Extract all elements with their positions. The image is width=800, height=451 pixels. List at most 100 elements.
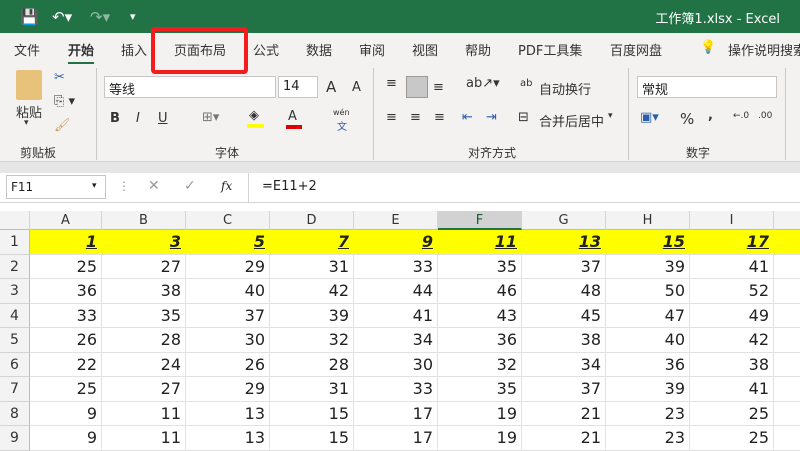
row-header[interactable]: 6 bbox=[0, 352, 30, 377]
cell[interactable]: 23 bbox=[606, 401, 690, 426]
cell[interactable]: 41 bbox=[690, 377, 774, 402]
cell[interactable]: 33 bbox=[354, 377, 438, 402]
row-header[interactable]: 3 bbox=[0, 279, 30, 304]
cell[interactable]: 47 bbox=[606, 303, 690, 328]
column-header-f[interactable]: F bbox=[438, 211, 522, 230]
copy-icon[interactable]: ⎘ ▾ bbox=[54, 94, 75, 109]
cell[interactable]: 36 bbox=[606, 352, 690, 377]
tab-file[interactable]: 文件 bbox=[14, 40, 40, 59]
cut-icon[interactable]: ✂ bbox=[54, 70, 65, 85]
merge-center-button[interactable]: 合并后居中 bbox=[539, 111, 604, 130]
cell[interactable]: 28 bbox=[270, 352, 354, 377]
cell[interactable]: 31 bbox=[270, 377, 354, 402]
tell-me-search[interactable]: 操作说明搜索 bbox=[728, 40, 800, 59]
cell[interactable]: 27 bbox=[102, 377, 186, 402]
align-center-icon[interactable]: ≡ bbox=[410, 110, 421, 125]
cell[interactable]: 39 bbox=[606, 254, 690, 279]
tab-data[interactable]: 数据 bbox=[306, 40, 332, 59]
cell[interactable]: 26 bbox=[186, 352, 270, 377]
cell[interactable]: 21 bbox=[522, 401, 606, 426]
bold-button[interactable]: B bbox=[110, 111, 120, 126]
align-left-icon[interactable]: ≡ bbox=[386, 110, 397, 125]
cell[interactable]: 41 bbox=[690, 254, 774, 279]
customize-icon[interactable]: ▾ bbox=[130, 10, 136, 23]
cell[interactable]: 11 bbox=[102, 401, 186, 426]
cell[interactable]: 38 bbox=[690, 352, 774, 377]
borders-icon[interactable]: ⊞▾ bbox=[202, 110, 219, 125]
merge-dropdown-icon[interactable]: ▾ bbox=[608, 111, 613, 121]
cell[interactable]: 17 bbox=[354, 401, 438, 426]
cancel-icon[interactable]: ✕ bbox=[148, 178, 160, 194]
row-header[interactable]: 9 bbox=[0, 426, 30, 451]
number-format-select[interactable]: 常规 bbox=[637, 76, 777, 98]
cell[interactable] bbox=[774, 304, 800, 328]
cell[interactable]: 23 bbox=[606, 426, 690, 451]
cell[interactable]: 49 bbox=[690, 303, 774, 328]
cell[interactable] bbox=[774, 402, 800, 426]
cell[interactable]: 28 bbox=[102, 328, 186, 353]
column-header-d[interactable]: D bbox=[270, 211, 354, 230]
cell[interactable]: 25 bbox=[30, 377, 102, 402]
paste-dropdown-icon[interactable]: ▾ bbox=[24, 118, 29, 128]
name-box-dropdown-icon[interactable]: ▾ bbox=[92, 181, 97, 191]
cell[interactable]: 32 bbox=[438, 352, 522, 377]
column-header-c[interactable]: C bbox=[186, 211, 270, 230]
cell[interactable]: 30 bbox=[186, 328, 270, 353]
row-header[interactable]: 2 bbox=[0, 254, 30, 279]
cell[interactable]: 44 bbox=[354, 279, 438, 304]
cell[interactable]: 37 bbox=[522, 254, 606, 279]
cell[interactable]: 13 bbox=[522, 230, 606, 255]
font-name-select[interactable]: 等线 bbox=[104, 76, 276, 98]
cell[interactable]: 25 bbox=[690, 401, 774, 426]
column-header-b[interactable]: B bbox=[102, 211, 186, 230]
cell[interactable]: 45 bbox=[522, 303, 606, 328]
column-header-e[interactable]: E bbox=[354, 211, 438, 230]
cell[interactable]: 11 bbox=[102, 426, 186, 451]
increase-decimal-icon[interactable]: ←.0 bbox=[733, 111, 749, 121]
cell[interactable] bbox=[774, 353, 800, 377]
cell[interactable]: 15 bbox=[270, 426, 354, 451]
cell[interactable]: 1 bbox=[30, 230, 102, 255]
row-header[interactable]: 7 bbox=[0, 377, 30, 402]
cell[interactable]: 36 bbox=[30, 279, 102, 304]
cell[interactable]: 37 bbox=[186, 303, 270, 328]
cell[interactable]: 39 bbox=[606, 377, 690, 402]
align-top-icon[interactable]: ≡ bbox=[386, 76, 397, 91]
cell[interactable]: 40 bbox=[606, 328, 690, 353]
column-header-extra[interactable] bbox=[774, 211, 800, 230]
cell[interactable]: 34 bbox=[522, 352, 606, 377]
cell[interactable]: 5 bbox=[186, 230, 270, 255]
cell[interactable]: 26 bbox=[30, 328, 102, 353]
decrease-indent-icon[interactable]: ⇤ bbox=[462, 110, 473, 125]
cell[interactable] bbox=[774, 230, 800, 255]
cell[interactable]: 33 bbox=[30, 303, 102, 328]
row-header[interactable]: 1 bbox=[0, 230, 30, 255]
cell[interactable]: 29 bbox=[186, 377, 270, 402]
paste-button[interactable]: 粘贴 bbox=[16, 102, 42, 121]
cell[interactable]: 9 bbox=[30, 401, 102, 426]
tab-formulas[interactable]: 公式 bbox=[253, 40, 279, 59]
cell[interactable]: 38 bbox=[102, 279, 186, 304]
cell[interactable]: 29 bbox=[186, 254, 270, 279]
cell[interactable]: 25 bbox=[690, 426, 774, 451]
redo-icon[interactable]: ↷▾ bbox=[90, 8, 110, 26]
cell[interactable]: 48 bbox=[522, 279, 606, 304]
select-all-button[interactable] bbox=[0, 211, 30, 230]
accounting-format-icon[interactable]: ▣▾ bbox=[640, 110, 659, 125]
save-icon[interactable]: 💾 bbox=[20, 8, 39, 26]
font-color-button[interactable]: A bbox=[288, 109, 297, 124]
row-header[interactable]: 4 bbox=[0, 303, 30, 328]
tab-home[interactable]: 开始 bbox=[68, 40, 95, 65]
cell[interactable]: 3 bbox=[102, 230, 186, 255]
cell[interactable]: 25 bbox=[30, 254, 102, 279]
comma-button[interactable]: , bbox=[708, 108, 713, 123]
cell[interactable]: 17 bbox=[354, 426, 438, 451]
enter-icon[interactable]: ✓ bbox=[184, 178, 196, 194]
italic-button[interactable]: I bbox=[136, 111, 140, 126]
align-right-icon[interactable]: ≡ bbox=[434, 110, 445, 125]
cell[interactable]: 32 bbox=[270, 328, 354, 353]
cell[interactable]: 9 bbox=[354, 230, 438, 255]
cell[interactable] bbox=[774, 426, 800, 451]
increase-indent-icon[interactable]: ⇥ bbox=[486, 110, 497, 125]
cell[interactable]: 19 bbox=[438, 426, 522, 451]
